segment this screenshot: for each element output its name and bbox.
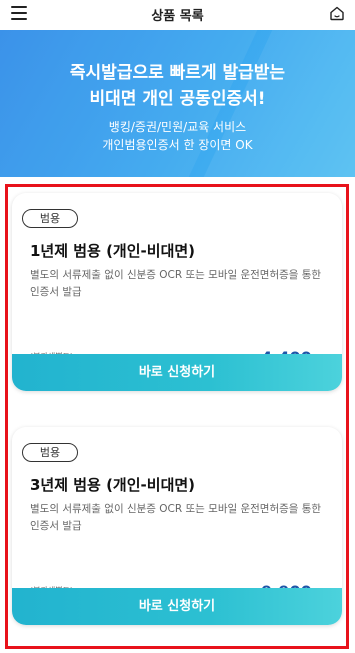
product-description: 별도의 서류제출 없이 신분증 OCR 또는 모바일 운전면허증을 통한 인증서… [30, 269, 322, 298]
product-card: 범용 3년제 범용 (개인-비대면) 별도의 서류제출 없이 신분증 OCR 또… [12, 427, 342, 625]
banner-subtitle: 뱅킹/증권/민원/교육 서비스 개인범용인증서 한 장이면 OK [0, 118, 355, 154]
banner-title-line1: 즉시발급으로 빠르게 발급받는 [69, 63, 286, 83]
product-title: 1년제 범용 (개인-비대면) [30, 242, 196, 260]
banner-sub-line1: 뱅킹/증권/민원/교육 서비스 [108, 120, 247, 134]
banner-title-line2: 비대면 개인 공동인증서! [89, 89, 266, 109]
product-description: 별도의 서류제출 없이 신분증 OCR 또는 모바일 운전면허증을 통한 인증서… [30, 503, 322, 532]
apply-now-button[interactable]: 바로 신청하기 [12, 588, 342, 625]
page-title: 상품 목록 [151, 9, 204, 24]
banner-title: 즉시발급으로 빠르게 발급받는 비대면 개인 공동인증서! [0, 60, 355, 112]
promo-banner: 즉시발급으로 빠르게 발급받는 비대면 개인 공동인증서! 뱅킹/증권/민원/교… [0, 30, 355, 177]
top-bar: 상품 목록 [0, 0, 355, 28]
product-badge: 범용 [22, 443, 78, 462]
banner-sub-line2: 개인범용인증서 한 장이면 OK [102, 138, 253, 152]
product-card: 범용 1년제 범용 (개인-비대면) 별도의 서류제출 없이 신분증 OCR 또… [12, 193, 342, 391]
apply-now-button[interactable]: 바로 신청하기 [12, 354, 342, 391]
product-badge: 범용 [22, 209, 78, 228]
product-title: 3년제 범용 (개인-비대면) [30, 476, 196, 494]
home-icon[interactable] [329, 5, 345, 21]
